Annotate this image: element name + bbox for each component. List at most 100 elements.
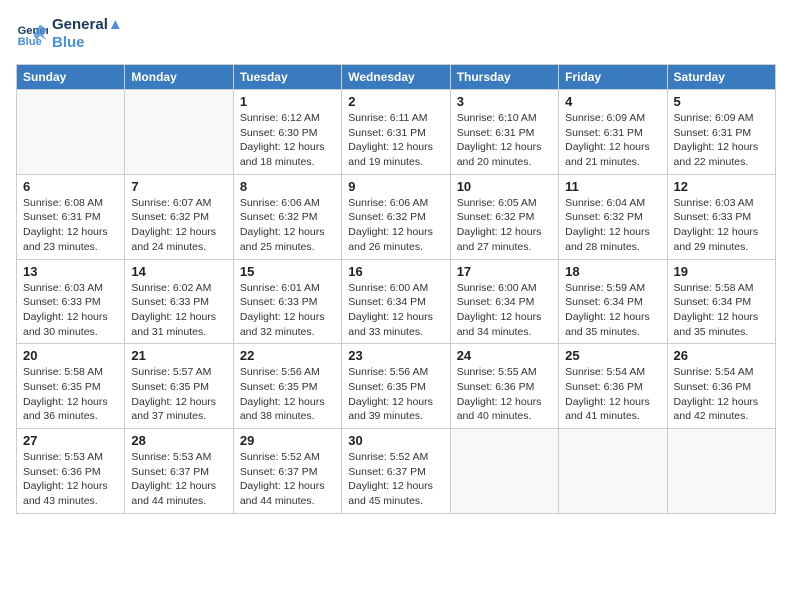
day-info: Sunrise: 6:12 AM Sunset: 6:30 PM Dayligh… <box>240 111 335 170</box>
logo-icon: General Blue <box>16 18 48 50</box>
calendar-cell: 17 Sunrise: 6:00 AM Sunset: 6:34 PM Dayli… <box>450 259 558 344</box>
day-number: 27 <box>23 433 118 448</box>
calendar-cell: 19 Sunrise: 5:58 AM Sunset: 6:34 PM Dayli… <box>667 259 775 344</box>
day-number: 1 <box>240 94 335 109</box>
day-number: 19 <box>674 264 769 279</box>
day-number: 3 <box>457 94 552 109</box>
calendar-cell: 3Sunrise: 6:10 AM Sunset: 6:31 PM Daylig… <box>450 90 558 175</box>
day-number: 10 <box>457 179 552 194</box>
day-info: Sunrise: 6:05 AM Sunset: 6:32 PM Dayligh… <box>457 196 552 255</box>
day-info: Sunrise: 6:00 AM Sunset: 6:34 PM Dayligh… <box>457 281 552 340</box>
calendar-cell: 12 Sunrise: 6:03 AM Sunset: 6:33 PM Dayli… <box>667 174 775 259</box>
calendar-cell <box>450 429 558 514</box>
day-info: Sunrise: 6:03 AM Sunset: 6:33 PM Dayligh… <box>674 196 769 255</box>
day-info: Sunrise: 6:01 AM Sunset: 6:33 PM Dayligh… <box>240 281 335 340</box>
calendar-cell <box>125 90 233 175</box>
calendar-cell: 6 Sunrise: 6:08 AM Sunset: 6:31 PM Daylig… <box>17 174 125 259</box>
calendar-cell: 4Sunrise: 6:09 AM Sunset: 6:31 PM Daylig… <box>559 90 667 175</box>
day-info: Sunrise: 5:59 AM Sunset: 6:34 PM Dayligh… <box>565 281 660 340</box>
day-info: Sunrise: 5:57 AM Sunset: 6:35 PM Dayligh… <box>131 365 226 424</box>
day-info: Sunrise: 5:58 AM Sunset: 6:34 PM Dayligh… <box>674 281 769 340</box>
calendar-cell <box>17 90 125 175</box>
calendar-cell: 5 Sunrise: 6:09 AM Sunset: 6:31 PM Daylig… <box>667 90 775 175</box>
day-number: 16 <box>348 264 443 279</box>
day-number: 15 <box>240 264 335 279</box>
day-number: 11 <box>565 179 660 194</box>
day-number: 24 <box>457 348 552 363</box>
header-cell-thursday: Thursday <box>450 65 558 90</box>
calendar-cell: 7 Sunrise: 6:07 AM Sunset: 6:32 PM Daylig… <box>125 174 233 259</box>
calendar-cell: 21 Sunrise: 5:57 AM Sunset: 6:35 PM Dayli… <box>125 344 233 429</box>
calendar-cell: 15 Sunrise: 6:01 AM Sunset: 6:33 PM Dayli… <box>233 259 341 344</box>
calendar-cell: 25Sunrise: 5:54 AM Sunset: 6:36 PM Dayli… <box>559 344 667 429</box>
header-cell-friday: Friday <box>559 65 667 90</box>
calendar-cell <box>667 429 775 514</box>
day-number: 14 <box>131 264 226 279</box>
header-cell-tuesday: Tuesday <box>233 65 341 90</box>
day-info: Sunrise: 6:06 AM Sunset: 6:32 PM Dayligh… <box>240 196 335 255</box>
week-row-3: 13 Sunrise: 6:03 AM Sunset: 6:33 PM Dayli… <box>17 259 776 344</box>
day-number: 25 <box>565 348 660 363</box>
day-number: 17 <box>457 264 552 279</box>
day-number: 20 <box>23 348 118 363</box>
calendar-cell <box>559 429 667 514</box>
week-row-1: 1 Sunrise: 6:12 AM Sunset: 6:30 PM Daylig… <box>17 90 776 175</box>
day-info: Sunrise: 6:03 AM Sunset: 6:33 PM Dayligh… <box>23 281 118 340</box>
day-number: 6 <box>23 179 118 194</box>
calendar-table: SundayMondayTuesdayWednesdayThursdayFrid… <box>16 64 776 514</box>
day-info: Sunrise: 5:55 AM Sunset: 6:36 PM Dayligh… <box>457 365 552 424</box>
day-number: 12 <box>674 179 769 194</box>
day-info: Sunrise: 6:08 AM Sunset: 6:31 PM Dayligh… <box>23 196 118 255</box>
calendar-cell: 26 Sunrise: 5:54 AM Sunset: 6:36 PM Dayli… <box>667 344 775 429</box>
day-info: Sunrise: 5:54 AM Sunset: 6:36 PM Dayligh… <box>674 365 769 424</box>
day-info: Sunrise: 6:09 AM Sunset: 6:31 PM Dayligh… <box>674 111 769 170</box>
calendar-cell: 18 Sunrise: 5:59 AM Sunset: 6:34 PM Dayli… <box>559 259 667 344</box>
day-info: Sunrise: 5:52 AM Sunset: 6:37 PM Dayligh… <box>240 450 335 509</box>
day-info: Sunrise: 6:09 AM Sunset: 6:31 PM Dayligh… <box>565 111 660 170</box>
day-number: 21 <box>131 348 226 363</box>
day-info: Sunrise: 6:02 AM Sunset: 6:33 PM Dayligh… <box>131 281 226 340</box>
day-number: 8 <box>240 179 335 194</box>
day-info: Sunrise: 5:53 AM Sunset: 6:36 PM Dayligh… <box>23 450 118 509</box>
calendar-cell: 14 Sunrise: 6:02 AM Sunset: 6:33 PM Dayli… <box>125 259 233 344</box>
calendar-cell: 28 Sunrise: 5:53 AM Sunset: 6:37 PM Dayli… <box>125 429 233 514</box>
day-info: Sunrise: 5:56 AM Sunset: 6:35 PM Dayligh… <box>348 365 443 424</box>
calendar-cell: 10 Sunrise: 6:05 AM Sunset: 6:32 PM Dayli… <box>450 174 558 259</box>
day-number: 2 <box>348 94 443 109</box>
calendar-cell: 24 Sunrise: 5:55 AM Sunset: 6:36 PM Dayli… <box>450 344 558 429</box>
day-number: 30 <box>348 433 443 448</box>
day-info: Sunrise: 5:53 AM Sunset: 6:37 PM Dayligh… <box>131 450 226 509</box>
header-cell-wednesday: Wednesday <box>342 65 450 90</box>
header-cell-sunday: Sunday <box>17 65 125 90</box>
calendar-cell: 9Sunrise: 6:06 AM Sunset: 6:32 PM Daylig… <box>342 174 450 259</box>
day-number: 23 <box>348 348 443 363</box>
day-number: 22 <box>240 348 335 363</box>
week-row-5: 27 Sunrise: 5:53 AM Sunset: 6:36 PM Dayli… <box>17 429 776 514</box>
week-row-2: 6 Sunrise: 6:08 AM Sunset: 6:31 PM Daylig… <box>17 174 776 259</box>
day-number: 9 <box>348 179 443 194</box>
header-row: SundayMondayTuesdayWednesdayThursdayFrid… <box>17 65 776 90</box>
day-number: 18 <box>565 264 660 279</box>
calendar-cell: 22 Sunrise: 5:56 AM Sunset: 6:35 PM Dayli… <box>233 344 341 429</box>
day-info: Sunrise: 6:07 AM Sunset: 6:32 PM Dayligh… <box>131 196 226 255</box>
day-info: Sunrise: 5:56 AM Sunset: 6:35 PM Dayligh… <box>240 365 335 424</box>
day-number: 7 <box>131 179 226 194</box>
day-number: 28 <box>131 433 226 448</box>
calendar-cell: 30Sunrise: 5:52 AM Sunset: 6:37 PM Dayli… <box>342 429 450 514</box>
logo-subtext: Blue <box>52 34 123 52</box>
day-info: Sunrise: 6:00 AM Sunset: 6:34 PM Dayligh… <box>348 281 443 340</box>
day-number: 5 <box>674 94 769 109</box>
day-number: 26 <box>674 348 769 363</box>
day-info: Sunrise: 5:58 AM Sunset: 6:35 PM Dayligh… <box>23 365 118 424</box>
day-number: 13 <box>23 264 118 279</box>
calendar-cell: 1 Sunrise: 6:12 AM Sunset: 6:30 PM Daylig… <box>233 90 341 175</box>
calendar-cell: 23 Sunrise: 5:56 AM Sunset: 6:35 PM Dayli… <box>342 344 450 429</box>
calendar-cell: 2Sunrise: 6:11 AM Sunset: 6:31 PM Daylig… <box>342 90 450 175</box>
page-header: General Blue General▲ Blue <box>16 16 776 52</box>
week-row-4: 20 Sunrise: 5:58 AM Sunset: 6:35 PM Dayli… <box>17 344 776 429</box>
logo: General Blue General▲ Blue <box>16 16 123 52</box>
calendar-cell: 20 Sunrise: 5:58 AM Sunset: 6:35 PM Dayli… <box>17 344 125 429</box>
calendar-cell: 27 Sunrise: 5:53 AM Sunset: 6:36 PM Dayli… <box>17 429 125 514</box>
calendar-cell: 29Sunrise: 5:52 AM Sunset: 6:37 PM Dayli… <box>233 429 341 514</box>
calendar-header: SundayMondayTuesdayWednesdayThursdayFrid… <box>17 65 776 90</box>
